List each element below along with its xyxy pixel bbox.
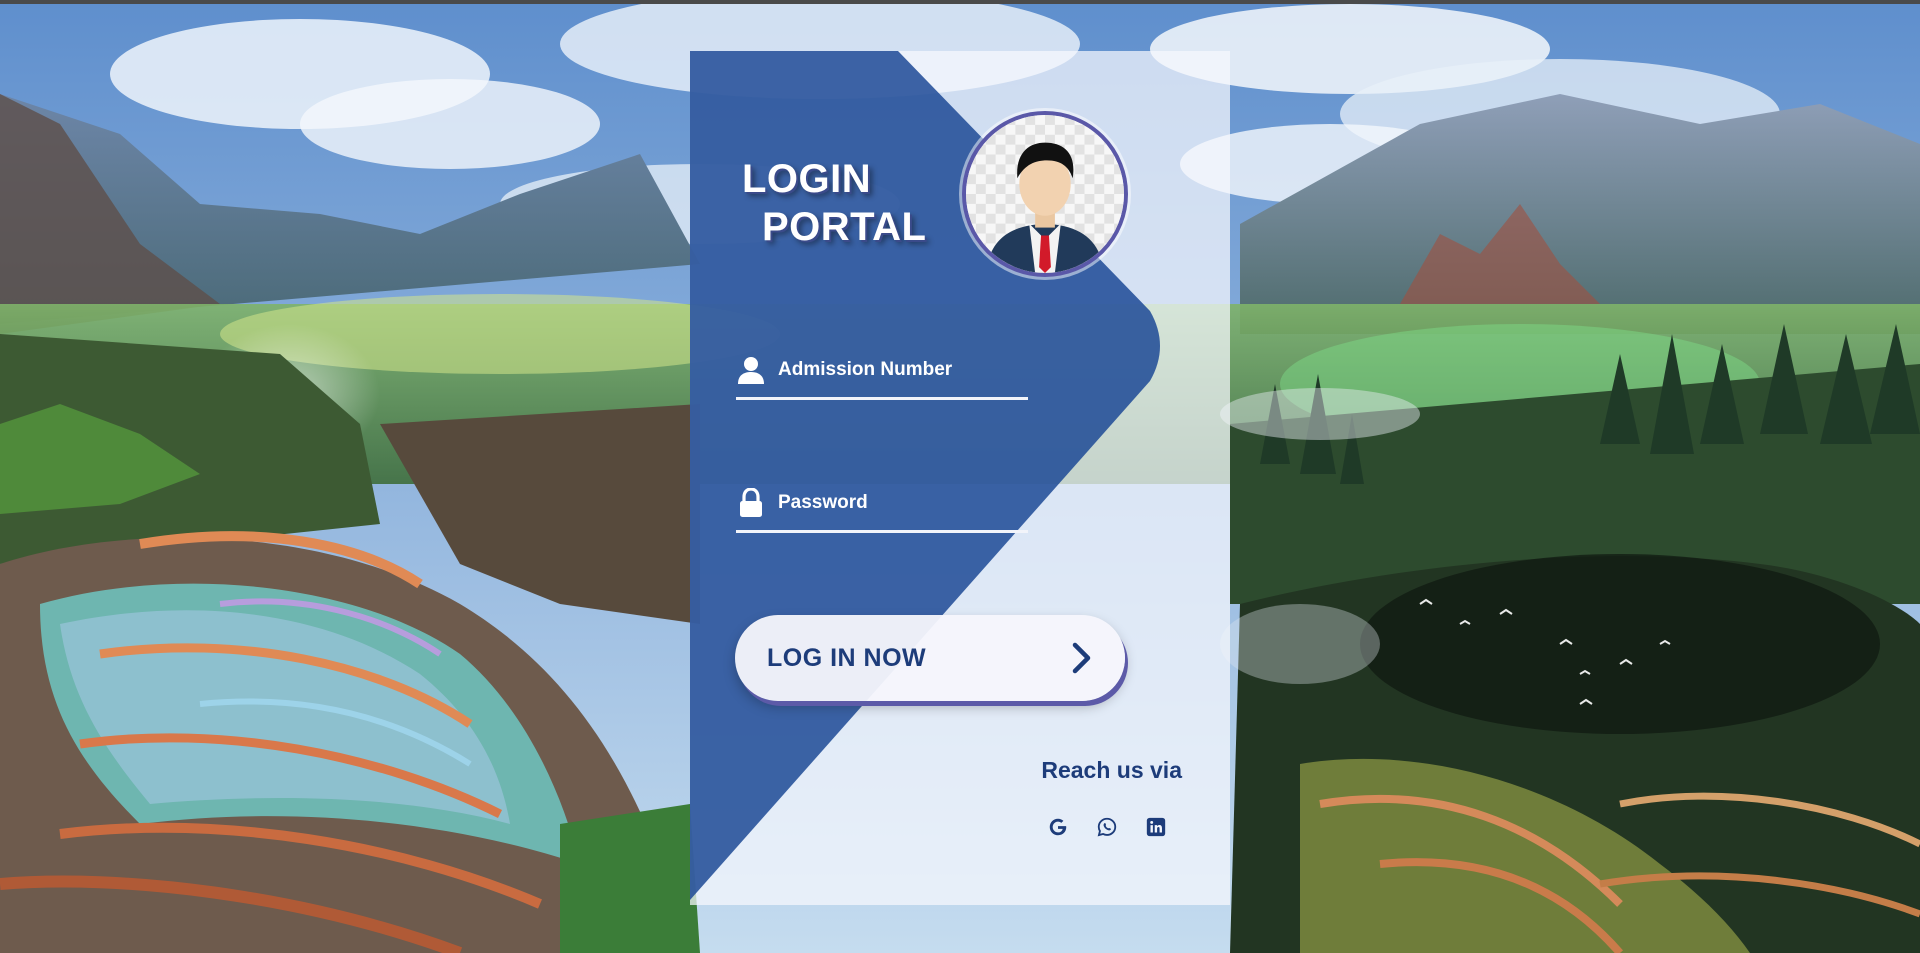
title-line-1: LOGIN	[742, 157, 872, 201]
admission-number-field	[736, 342, 1028, 400]
login-button-label: LOG IN NOW	[767, 643, 927, 672]
password-input[interactable]	[778, 491, 1018, 514]
admission-number-input[interactable]	[778, 358, 1018, 381]
password-field	[736, 475, 1028, 533]
user-avatar-icon	[966, 115, 1124, 273]
lock-icon	[736, 487, 766, 518]
linkedin-icon[interactable]	[1144, 815, 1168, 839]
login-button[interactable]: LOG IN NOW	[735, 615, 1125, 701]
chevron-right-icon	[1071, 642, 1093, 674]
reach-us-label: Reach us via	[1041, 757, 1182, 783]
google-icon[interactable]	[1046, 815, 1070, 839]
user-icon	[736, 355, 766, 385]
title-line-2: PORTAL	[762, 205, 927, 249]
social-links	[1046, 815, 1168, 839]
avatar	[962, 111, 1128, 277]
page-title: LOGIN PORTAL	[742, 155, 926, 251]
login-card: LOGIN PORTAL Admission Number LOG IN NOW…	[690, 51, 1230, 905]
whatsapp-icon[interactable]	[1095, 815, 1119, 839]
